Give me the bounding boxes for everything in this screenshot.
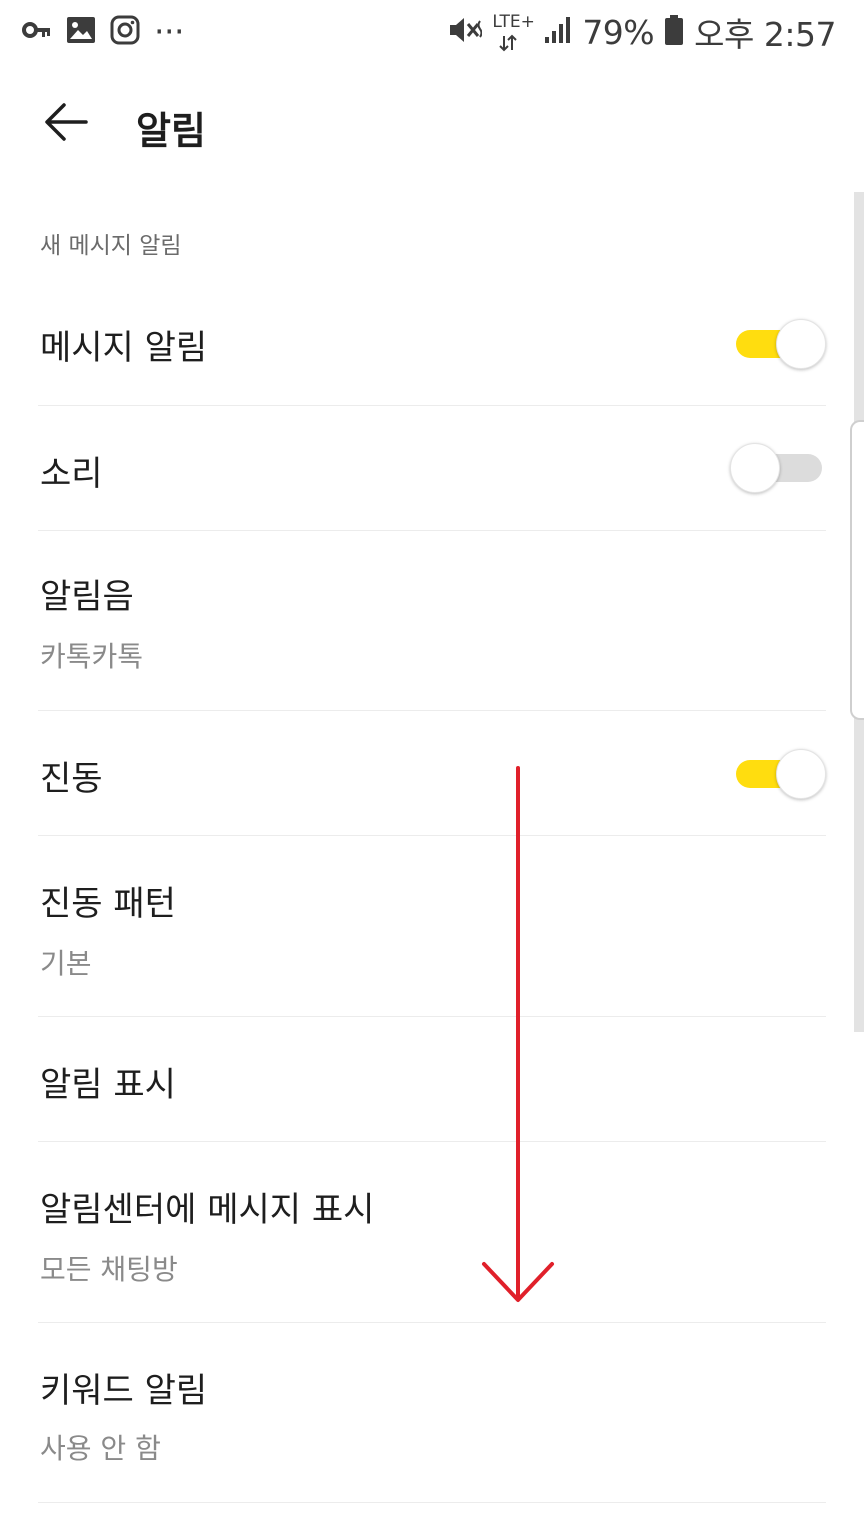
setting-value: 기본 <box>40 947 92 980</box>
image-icon <box>66 16 96 48</box>
status-bar-left: ··· <box>22 12 184 51</box>
setting-message-alert[interactable]: 메시지 알림 <box>0 282 864 406</box>
setting-alert-display[interactable]: 알림 표시 <box>0 1017 864 1141</box>
setting-title: 메시지 알림 <box>40 328 208 368</box>
toggle-knob <box>776 319 826 369</box>
setting-title: 키워드 알림 <box>40 1371 208 1411</box>
clock: 오후 2:57 <box>694 15 836 54</box>
setting-notification-center[interactable]: 알림센터에 메시지 표시 모든 채팅방 <box>0 1142 864 1322</box>
setting-sound[interactable]: 소리 <box>0 406 864 530</box>
toggle-knob <box>730 443 780 493</box>
more-icon: ··· <box>154 12 184 51</box>
setting-value: 카톡카톡 <box>40 640 144 673</box>
setting-vibration-pattern[interactable]: 진동 패턴 기본 <box>0 836 864 1016</box>
back-button[interactable] <box>38 92 98 152</box>
status-bar-right: LTE+ 79% 오후 2:57 <box>448 8 836 56</box>
vibrate-mute-icon <box>448 15 483 49</box>
setting-value: 사용 안 함 <box>40 1432 161 1465</box>
vibration-toggle[interactable] <box>736 749 826 799</box>
battery-icon <box>664 14 684 50</box>
setting-title: 알림센터에 메시지 표시 <box>40 1190 375 1230</box>
page-title: 알림 <box>136 109 206 153</box>
setting-title: 알림음 <box>40 577 134 617</box>
setting-vibration[interactable]: 진동 <box>0 711 864 835</box>
arrow-left-icon <box>45 103 88 141</box>
signal-icon <box>544 15 572 49</box>
setting-value: 모든 채팅방 <box>40 1253 178 1286</box>
setting-title: 진동 <box>40 759 103 799</box>
section-label: 새 메시지 알림 <box>40 233 182 259</box>
sound-toggle[interactable] <box>730 443 822 493</box>
app-header: 알림 <box>0 62 864 186</box>
divider <box>38 1502 826 1503</box>
instagram-icon <box>110 15 140 49</box>
edge-panel-handle[interactable] <box>850 420 864 720</box>
toggle-knob <box>776 749 826 799</box>
setting-ringtone[interactable]: 알림음 카톡카톡 <box>0 531 864 711</box>
message-alert-toggle[interactable] <box>736 319 826 369</box>
battery-percent: 79% <box>582 12 655 52</box>
setting-title: 알림 표시 <box>40 1065 176 1105</box>
status-bar: ··· LTE+ 79% 오후 2:57 <box>0 0 864 62</box>
setting-title: 소리 <box>40 454 103 494</box>
setting-keyword-alert[interactable]: 키워드 알림 사용 안 함 <box>0 1323 864 1503</box>
setting-title: 진동 패턴 <box>40 884 176 924</box>
network-icon: LTE+ <box>492 12 535 52</box>
key-icon <box>22 19 52 45</box>
